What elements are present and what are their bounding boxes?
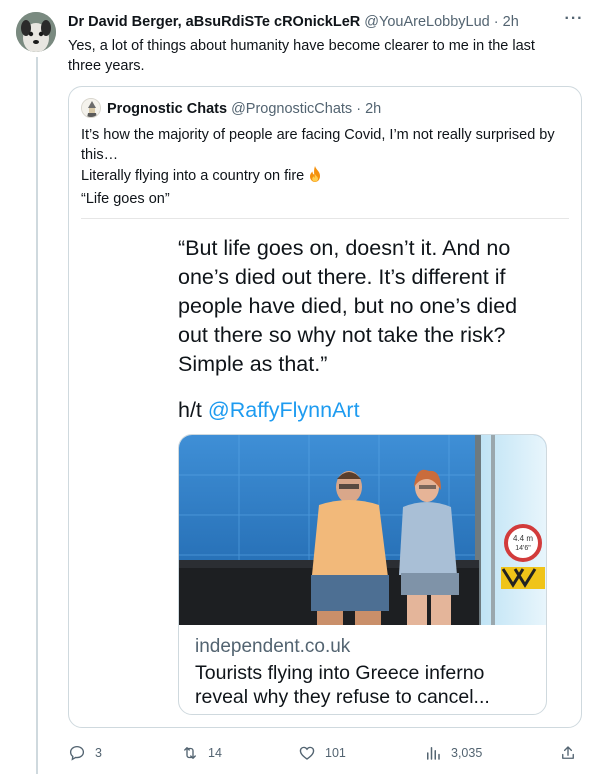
views-count: 3,035 [451, 746, 483, 760]
quoted-media-image[interactable]: “But life goes on, doesn’t it. And no on… [81, 218, 569, 716]
retweet-count: 14 [208, 746, 222, 760]
dog-avatar-image [16, 12, 56, 52]
quoted-text-line: Literally flying into a country on fire [81, 165, 561, 189]
retweet-icon [184, 747, 196, 759]
fire-icon [306, 165, 324, 189]
avatar[interactable] [16, 12, 56, 52]
quoted-tweet[interactable]: Prognostic Chats @PrognosticChats · 2h I… [68, 86, 582, 728]
timestamp[interactable]: 2h [503, 14, 519, 30]
quoted-author-handle[interactable]: @PrognosticChats [231, 101, 352, 117]
author-handle[interactable]: @YouAreLobbyLud [364, 14, 489, 30]
media-divider [81, 218, 569, 219]
hat-tip-prefix: h/t [178, 398, 208, 422]
author-name[interactable]: Dr David Berger, aBsuRdiSTe cROnickLeR [68, 14, 360, 30]
like-button[interactable]: 101 [298, 742, 346, 764]
quoted-header: Prognostic Chats @PrognosticChats · 2h [107, 99, 527, 119]
quoted-text: It’s how the majority of people are faci… [81, 125, 561, 209]
reply-icon [69, 745, 85, 761]
quoted-author-name[interactable]: Prognostic Chats [107, 101, 227, 117]
retweet-button[interactable]: 14 [181, 742, 222, 764]
share-icon [562, 746, 574, 759]
media-quote-text: “But life goes on, doesn’t it. And no on… [178, 236, 518, 376]
tourists-photo: 4.4 m 14'6" [179, 435, 546, 625]
share-button[interactable] [559, 742, 577, 764]
tweet-header: Dr David Berger, aBsuRdiSTe cROnickLeR @… [68, 12, 548, 32]
reply-button[interactable]: 3 [68, 742, 102, 764]
separator-dot: · [493, 14, 499, 30]
action-bar: 3 14 101 3,035 [68, 742, 588, 764]
quoted-timestamp[interactable]: 2h [365, 101, 381, 117]
reply-count: 3 [95, 746, 102, 760]
separator-dot: · [356, 101, 362, 117]
views-button[interactable]: 3,035 [424, 742, 482, 764]
hat-tip-line: h/t @RaffyFlynnArt [178, 396, 360, 425]
quoted-text-line-content: Literally flying into a country on fire [81, 168, 305, 184]
card-domain: independent.co.uk [195, 636, 351, 657]
thread-line [36, 57, 38, 774]
height-sign-line2: 14'6" [515, 545, 531, 552]
like-count: 101 [325, 746, 346, 760]
card-title: Tourists flying into Greece inferno reve… [195, 662, 490, 708]
more-options-icon[interactable]: ··· [560, 10, 588, 32]
link-card: 4.4 m 14'6" independent.co.uk Tourists f… [178, 434, 547, 715]
quoted-text-line: It’s how the majority of people are faci… [81, 127, 555, 163]
quoted-text-line: “Life goes on” [81, 191, 170, 207]
views-icon [427, 747, 440, 760]
height-sign-line1: 4.4 m [513, 534, 533, 543]
tweet-text: Yes, a lot of things about humanity have… [68, 38, 535, 74]
wizard-avatar-image [82, 99, 100, 117]
heart-icon [299, 746, 315, 760]
quoted-avatar[interactable] [81, 98, 101, 118]
hat-tip-mention: @RaffyFlynnArt [207, 398, 360, 422]
